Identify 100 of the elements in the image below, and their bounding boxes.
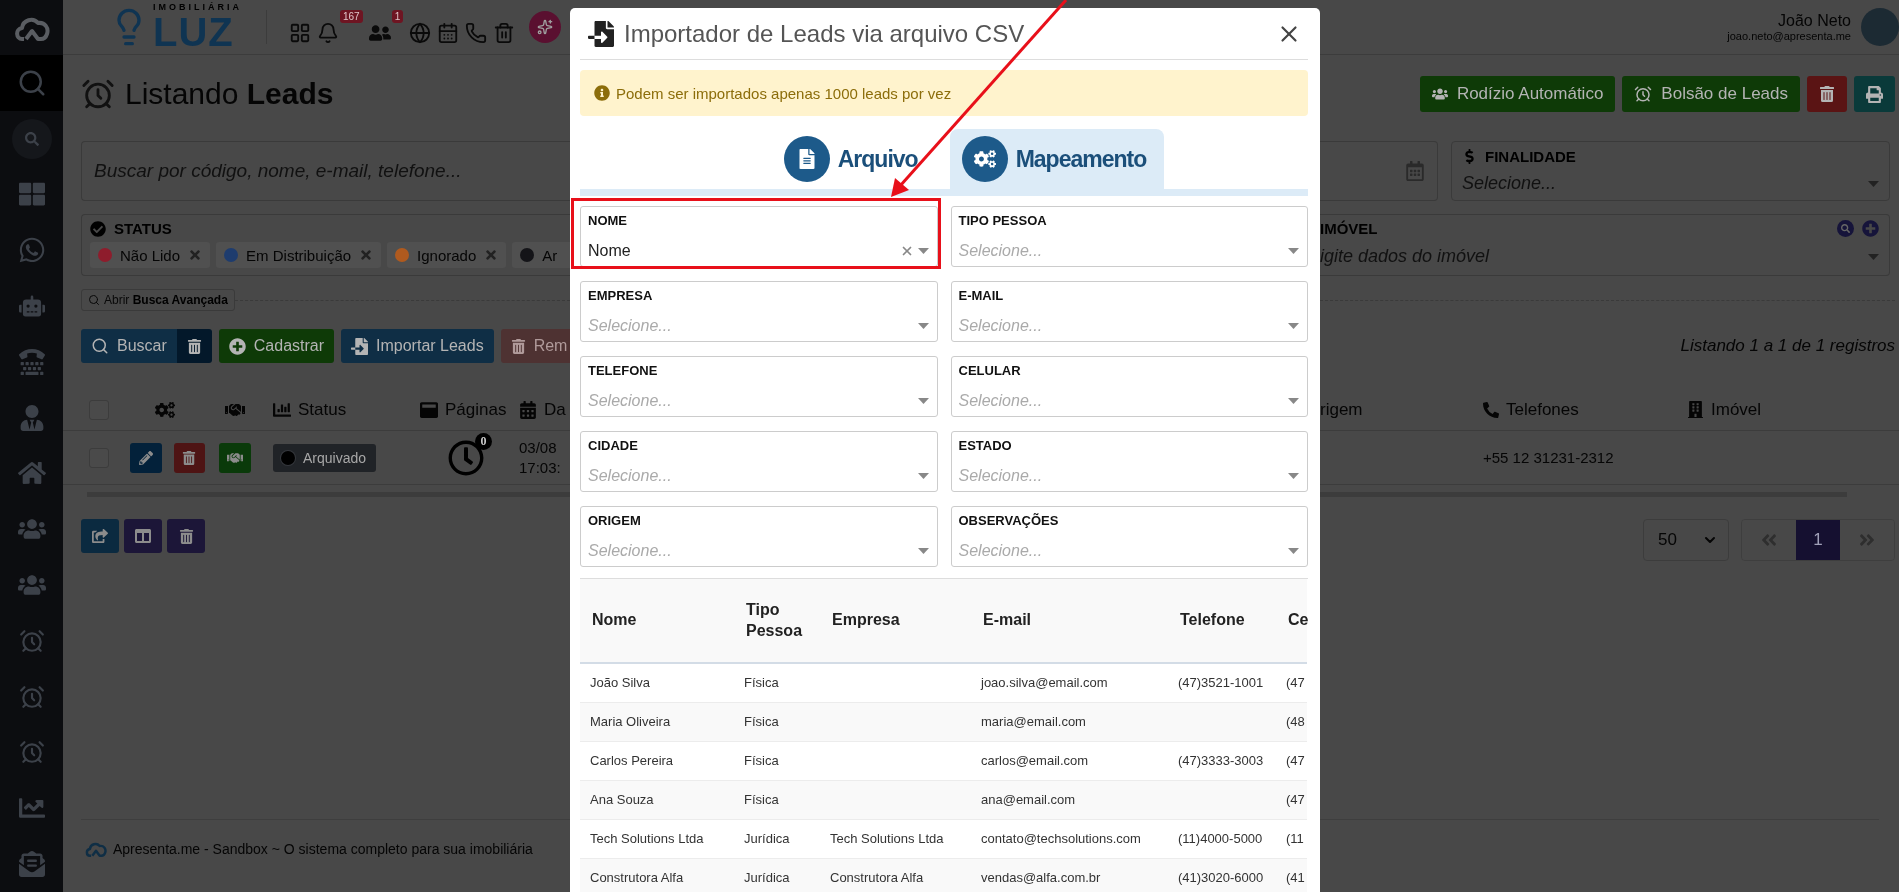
clear-button[interactable] xyxy=(176,329,212,363)
grid-icon xyxy=(289,22,311,44)
alarm-clock-icon xyxy=(18,683,45,710)
trash-icon xyxy=(1819,86,1835,102)
trash-icon xyxy=(186,338,202,354)
trash-icon xyxy=(178,528,194,544)
search-button[interactable]: Buscar xyxy=(81,329,177,363)
page-title: Listando Leads xyxy=(125,77,334,111)
field-label: IMÓVEL xyxy=(1320,220,1378,237)
delete-button[interactable] xyxy=(167,519,205,553)
table-cell: carlos@email.com xyxy=(971,741,1168,780)
rotation-button[interactable]: Rodízio Automático xyxy=(1419,76,1616,112)
notifications-button[interactable]: 167 xyxy=(317,10,363,44)
time-text: 17:03: xyxy=(519,457,561,477)
select-field[interactable]: E-MAIL Selecione... xyxy=(950,281,1308,342)
select-placeholder: igite dados do imóvel xyxy=(1320,246,1490,267)
users-icon xyxy=(368,22,391,44)
globe-icon xyxy=(409,22,432,44)
phone-text: +55 12 31231-2312 xyxy=(1483,449,1614,466)
field-label: EMPRESA xyxy=(588,288,654,303)
delete-button[interactable] xyxy=(1807,76,1847,112)
select-field[interactable]: ESTADO Selecione... xyxy=(950,431,1308,492)
search-icon xyxy=(91,337,109,355)
field-label: STATUS xyxy=(114,220,172,237)
pencil-icon xyxy=(138,450,153,465)
select-placeholder: Selecione... xyxy=(588,392,672,410)
bell-icon xyxy=(317,22,339,44)
browser-window-icon xyxy=(420,400,438,419)
footer-text: Apresenta.me - Sandbox ~ O sistema completo para sua imobiliária xyxy=(113,841,533,857)
table-cell: (11)4000-5000 xyxy=(1168,819,1276,858)
select-field[interactable]: TIPO PESSOA Selecione... xyxy=(950,206,1308,267)
count-badge: 0 xyxy=(475,432,492,450)
column-header: E-mail xyxy=(971,579,1168,663)
table-cell: Ana Souza xyxy=(580,780,734,819)
field-label: ESTADO xyxy=(958,438,1013,453)
file-import-icon xyxy=(588,20,614,47)
select-field[interactable]: NOME Nome xyxy=(580,206,938,267)
page-button[interactable]: 1 xyxy=(1796,520,1840,560)
sidebar-item[interactable] xyxy=(0,55,63,111)
alarm-clock-icon xyxy=(1634,85,1653,103)
select-field[interactable]: ORIGEM Selecione... xyxy=(580,506,938,567)
select-field[interactable]: CELULAR Selecione... xyxy=(950,356,1308,417)
table-cell: Física xyxy=(734,741,820,780)
users-badge: 1 xyxy=(391,10,404,23)
table-cell: (41)3020-6000 xyxy=(1168,858,1276,892)
alarm-clock-icon xyxy=(18,627,45,654)
share-button[interactable] xyxy=(81,519,119,553)
calendar-icon xyxy=(1405,161,1425,181)
select-field[interactable]: EMPRESA Selecione... xyxy=(580,281,938,342)
trash-icon xyxy=(493,22,516,44)
table-cell: contato@techsolutions.com xyxy=(971,819,1168,858)
assistant-button[interactable] xyxy=(529,11,562,43)
edit-button[interactable] xyxy=(130,442,162,473)
table-cell: Física xyxy=(734,780,820,819)
table-cell: Carlos Pereira xyxy=(580,741,734,780)
pool-button[interactable]: Bolsão de Leads xyxy=(1622,76,1800,112)
tab[interactable]: Mapeamento xyxy=(949,129,1165,189)
select-field[interactable]: CIDADE Selecione... xyxy=(580,431,938,492)
bar-chart-icon xyxy=(273,400,291,419)
deal-button[interactable] xyxy=(219,442,251,473)
printer-icon xyxy=(1866,85,1883,103)
table-cell: (48 xyxy=(1276,702,1307,741)
select-field[interactable]: TELEFONE Selecione... xyxy=(580,356,938,417)
table-cell: João Silva xyxy=(580,663,734,702)
field-label: CELULAR xyxy=(958,363,1022,378)
print-button[interactable] xyxy=(1854,76,1895,112)
select-placeholder: Selecione... xyxy=(958,317,1043,335)
field-label: OBSERVAÇÕES xyxy=(958,513,1060,528)
search-icon xyxy=(88,294,100,306)
select-placeholder: Selecione... xyxy=(958,467,1043,485)
select-value: Nome xyxy=(588,242,631,260)
field-label: TIPO PESSOA xyxy=(958,213,1048,228)
columns-button[interactable] xyxy=(124,519,162,553)
caret-down-icon xyxy=(1868,253,1879,260)
create-button[interactable]: Cadastrar xyxy=(218,329,335,363)
delete-button[interactable] xyxy=(173,442,205,473)
caret-down-icon xyxy=(917,398,929,404)
users-button[interactable]: 1 xyxy=(368,10,404,44)
caret-down-icon xyxy=(917,548,929,554)
date-field[interactable] xyxy=(1320,141,1438,201)
user-name: João Neto xyxy=(1778,12,1851,30)
table-cell: (47)3333-3003 xyxy=(1168,741,1276,780)
table-cell: (47 xyxy=(1276,741,1307,780)
select-placeholder: Selecione... xyxy=(588,542,672,560)
table-cell: (47 xyxy=(1276,780,1307,819)
column-header: Ce xyxy=(1276,579,1307,663)
dialog-title: Importador de Leads via arquivo CSV xyxy=(624,19,1026,48)
select-placeholder: Selecione... xyxy=(1462,173,1557,194)
status-dot xyxy=(281,450,295,465)
gears-icon xyxy=(961,136,1008,182)
field-label: NOME xyxy=(588,213,628,228)
table-cell: Tech Solutions Ltda xyxy=(580,819,734,858)
remove-button[interactable]: Rem xyxy=(500,329,570,363)
caret-down-icon xyxy=(917,473,929,479)
import-button[interactable]: Importar Leads xyxy=(341,329,494,363)
select-field[interactable]: OBSERVAÇÕES Selecione... xyxy=(950,506,1308,567)
trash-icon xyxy=(510,338,526,354)
caret-down-icon xyxy=(1288,398,1299,404)
field-label: FINALIDADE xyxy=(1485,148,1576,165)
tab[interactable]: Arquivo xyxy=(783,129,936,189)
